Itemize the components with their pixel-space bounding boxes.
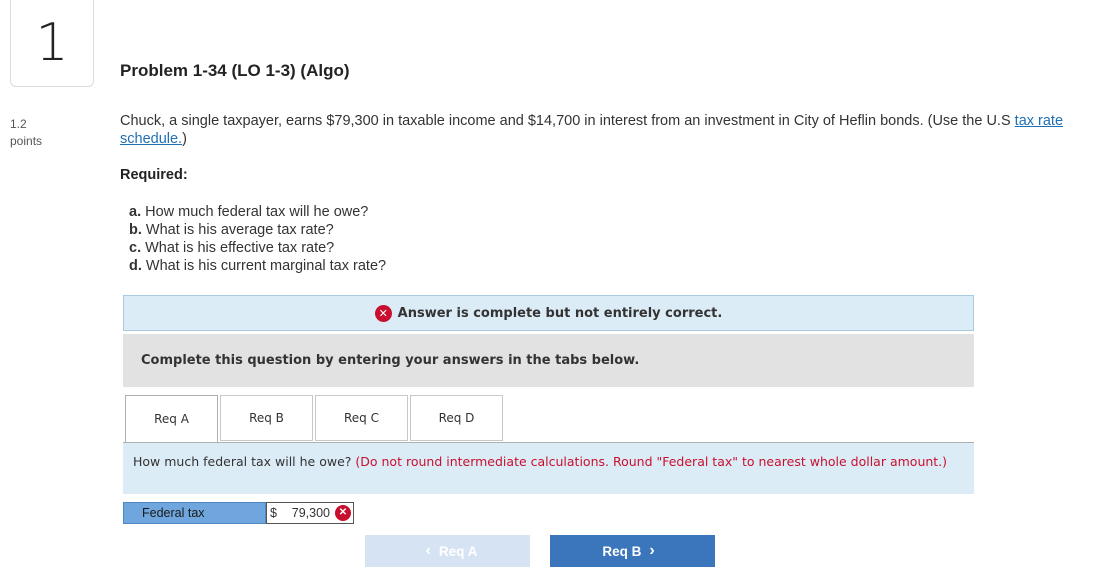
- x-circle-icon: ✕: [335, 505, 351, 521]
- part-text: What is his current marginal tax rate?: [145, 258, 387, 274]
- points-value: 1.2: [10, 117, 27, 131]
- question-part: a. How much federal tax will he owe?: [129, 203, 386, 221]
- prev-req-button[interactable]: ‹ Req A: [365, 535, 530, 567]
- part-letter: a.: [129, 204, 142, 220]
- question-part: b. What is his average tax rate?: [129, 221, 386, 239]
- prompt-text: Chuck, a single taxpayer, earns $79,300 …: [120, 113, 1015, 129]
- question-part: c. What is his effective tax rate?: [129, 239, 386, 257]
- part-text: How much federal tax will he owe?: [145, 204, 369, 220]
- tab-req-c[interactable]: Req C: [315, 395, 408, 441]
- federal-tax-value: 79,300: [291, 506, 330, 520]
- panel-hint: (Do not round intermediate calculations.…: [355, 454, 948, 469]
- chevron-right-icon: ›: [649, 542, 655, 559]
- question-parts-list: a. How much federal tax will he owe? b. …: [129, 203, 386, 275]
- question-part: d. What is his current marginal tax rate…: [129, 257, 386, 275]
- tab-req-d[interactable]: Req D: [410, 395, 503, 441]
- part-letter: b.: [129, 222, 142, 238]
- points-info: 1.2 points: [10, 116, 42, 150]
- x-circle-icon: ✕: [374, 304, 392, 322]
- points-label: points: [10, 134, 43, 148]
- federal-tax-label: Federal tax: [123, 502, 266, 524]
- required-heading: Required:: [120, 167, 188, 183]
- part-letter: d.: [129, 258, 142, 274]
- feedback-message: Answer is complete but not entirely corr…: [397, 305, 723, 321]
- federal-tax-input[interactable]: $ 79,300 ✕: [266, 502, 354, 524]
- feedback-banner: ✕ Answer is complete but not entirely co…: [123, 295, 974, 331]
- prompt-end: ): [182, 131, 187, 147]
- part-text: What is his effective tax rate?: [145, 240, 335, 256]
- part-letter: c.: [129, 240, 142, 256]
- next-req-button[interactable]: Req B ›: [550, 535, 715, 567]
- problem-title: Problem 1-34 (LO 1-3) (Algo): [120, 61, 350, 80]
- tab-req-b[interactable]: Req B: [220, 395, 313, 441]
- chevron-left-icon: ‹: [425, 542, 431, 559]
- question-number: 1: [10, 0, 94, 87]
- prev-label: Req A: [438, 543, 478, 559]
- tab-req-a[interactable]: Req A: [125, 395, 218, 443]
- instructions-bar: Complete this question by entering your …: [123, 334, 974, 387]
- requirement-tabs: Req A Req B Req C Req D: [125, 395, 505, 443]
- panel-question: How much federal tax will he owe?: [133, 454, 352, 469]
- tab-panel-question: How much federal tax will he owe? (Do no…: [123, 443, 974, 494]
- problem-prompt: Chuck, a single taxpayer, earns $79,300 …: [120, 112, 1080, 148]
- next-label: Req B: [602, 543, 642, 559]
- currency-symbol: $: [270, 506, 277, 520]
- answer-row: Federal tax $ 79,300 ✕: [123, 502, 354, 524]
- part-text: What is his average tax rate?: [145, 222, 334, 238]
